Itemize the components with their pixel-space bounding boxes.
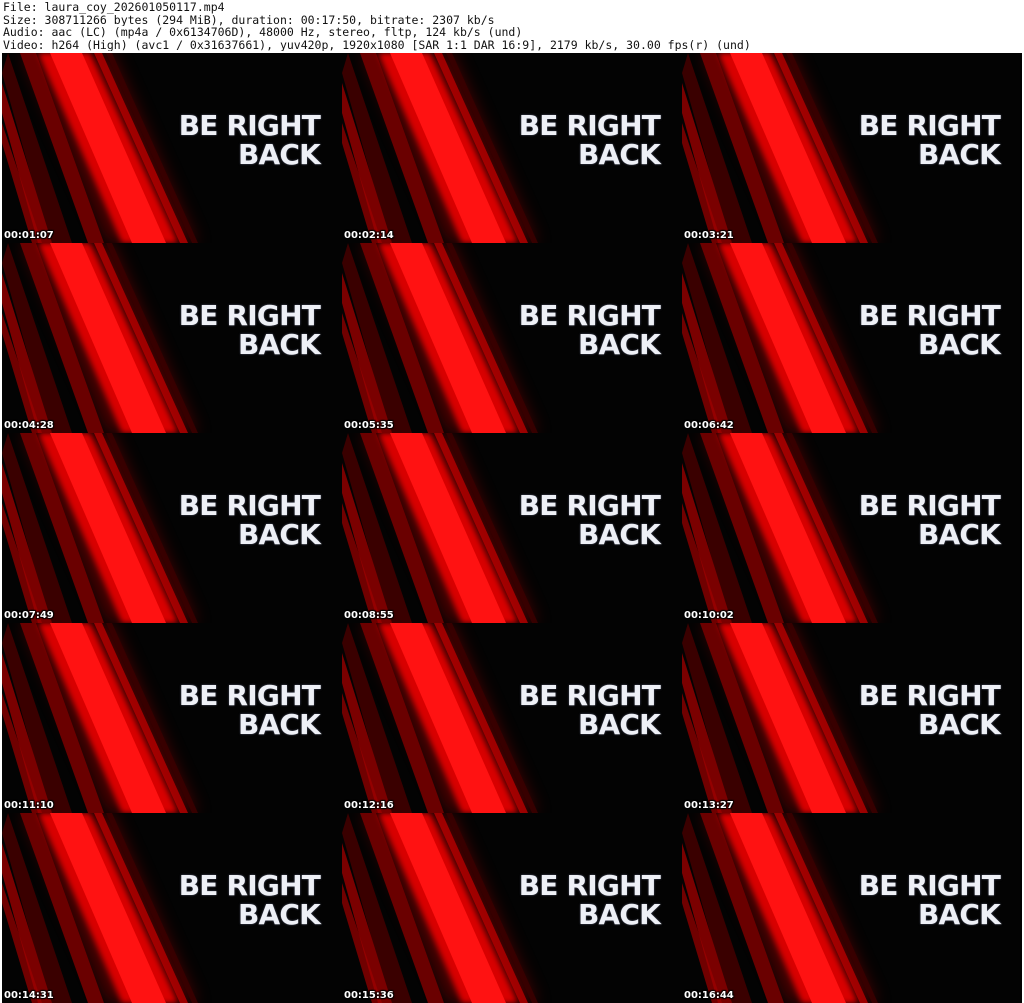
brb-line-2: BACK xyxy=(237,708,321,741)
frame-timestamp: 00:14:31 xyxy=(4,990,54,1001)
brb-line-2: BACK xyxy=(577,328,661,361)
thumbnail-grid: BE RIGHT BACK 00:01:07 BE RIGHT BACK 00:… xyxy=(2,53,1022,1003)
be-right-back-text: BE RIGHT BACK xyxy=(858,679,1001,741)
frame-timestamp: 00:10:02 xyxy=(684,610,734,621)
video-frame-thumbnail: BE RIGHT BACK 00:11:10 xyxy=(2,623,342,813)
be-right-back-text: BE RIGHT BACK xyxy=(178,109,321,171)
brb-line-2: BACK xyxy=(917,898,1001,931)
video-frame-thumbnail: BE RIGHT BACK 00:10:02 xyxy=(682,433,1022,623)
be-right-back-text: BE RIGHT BACK xyxy=(518,679,661,741)
video-info-line: Video: h264 (High) (avc1 / 0x31637661), … xyxy=(3,38,751,51)
frame-timestamp: 00:16:44 xyxy=(684,990,734,1001)
video-frame-thumbnail: BE RIGHT BACK 00:02:14 xyxy=(342,53,682,243)
video-frame-thumbnail: BE RIGHT BACK 00:16:44 xyxy=(682,813,1022,1003)
frame-timestamp: 00:12:16 xyxy=(344,800,394,811)
brb-line-2: BACK xyxy=(577,708,661,741)
video-frame-thumbnail: BE RIGHT BACK 00:13:27 xyxy=(682,623,1022,813)
size-duration-line: Size: 308711266 bytes (294 MiB), duratio… xyxy=(3,13,495,26)
frame-timestamp: 00:03:21 xyxy=(684,230,734,241)
file-info-header: File: laura_coy_202601050117.mp4 Size: 3… xyxy=(3,1,1021,52)
video-frame-thumbnail: BE RIGHT BACK 00:14:31 xyxy=(2,813,342,1003)
brb-line-1: BE RIGHT xyxy=(178,679,321,712)
video-frame-thumbnail: BE RIGHT BACK 00:07:49 xyxy=(2,433,342,623)
brb-line-2: BACK xyxy=(237,518,321,551)
be-right-back-text: BE RIGHT BACK xyxy=(858,489,1001,551)
frame-timestamp: 00:04:28 xyxy=(4,420,54,431)
brb-line-1: BE RIGHT xyxy=(858,299,1001,332)
brb-line-2: BACK xyxy=(917,708,1001,741)
video-frame-thumbnail: BE RIGHT BACK 00:12:16 xyxy=(342,623,682,813)
frame-timestamp: 00:02:14 xyxy=(344,230,394,241)
brb-line-2: BACK xyxy=(917,138,1001,171)
be-right-back-text: BE RIGHT BACK xyxy=(858,869,1001,931)
brb-line-1: BE RIGHT xyxy=(518,869,661,902)
brb-line-2: BACK xyxy=(237,138,321,171)
frame-timestamp: 00:06:42 xyxy=(684,420,734,431)
audio-info-line: Audio: aac (LC) (mp4a / 0x6134706D), 480… xyxy=(3,26,523,39)
be-right-back-text: BE RIGHT BACK xyxy=(518,869,661,931)
brb-line-1: BE RIGHT xyxy=(518,299,661,332)
frame-timestamp: 00:01:07 xyxy=(4,230,54,241)
frame-timestamp: 00:15:36 xyxy=(344,990,394,1001)
frame-timestamp: 00:07:49 xyxy=(4,610,54,621)
video-frame-thumbnail: BE RIGHT BACK 00:04:28 xyxy=(2,243,342,433)
brb-line-1: BE RIGHT xyxy=(518,109,661,142)
frame-timestamp: 00:13:27 xyxy=(684,800,734,811)
frame-timestamp: 00:11:10 xyxy=(4,800,54,811)
video-frame-thumbnail: BE RIGHT BACK 00:06:42 xyxy=(682,243,1022,433)
brb-line-1: BE RIGHT xyxy=(178,489,321,522)
be-right-back-text: BE RIGHT BACK xyxy=(518,489,661,551)
be-right-back-text: BE RIGHT BACK xyxy=(178,489,321,551)
be-right-back-text: BE RIGHT BACK xyxy=(858,109,1001,171)
brb-line-1: BE RIGHT xyxy=(858,489,1001,522)
be-right-back-text: BE RIGHT BACK xyxy=(858,299,1001,361)
brb-line-1: BE RIGHT xyxy=(518,679,661,712)
brb-line-1: BE RIGHT xyxy=(858,869,1001,902)
brb-line-1: BE RIGHT xyxy=(178,869,321,902)
brb-line-2: BACK xyxy=(577,518,661,551)
brb-line-2: BACK xyxy=(237,328,321,361)
brb-line-1: BE RIGHT xyxy=(518,489,661,522)
file-name-line: File: laura_coy_202601050117.mp4 xyxy=(3,1,225,14)
brb-line-1: BE RIGHT xyxy=(178,109,321,142)
be-right-back-text: BE RIGHT BACK xyxy=(518,299,661,361)
frame-timestamp: 00:05:35 xyxy=(344,420,394,431)
brb-line-2: BACK xyxy=(917,518,1001,551)
be-right-back-text: BE RIGHT BACK xyxy=(178,299,321,361)
video-frame-thumbnail: BE RIGHT BACK 00:08:55 xyxy=(342,433,682,623)
video-frame-thumbnail: BE RIGHT BACK 00:05:35 xyxy=(342,243,682,433)
be-right-back-text: BE RIGHT BACK xyxy=(178,869,321,931)
video-frame-thumbnail: BE RIGHT BACK 00:01:07 xyxy=(2,53,342,243)
brb-line-2: BACK xyxy=(577,138,661,171)
brb-line-1: BE RIGHT xyxy=(178,299,321,332)
brb-line-1: BE RIGHT xyxy=(858,679,1001,712)
brb-line-1: BE RIGHT xyxy=(858,109,1001,142)
frame-timestamp: 00:08:55 xyxy=(344,610,394,621)
be-right-back-text: BE RIGHT BACK xyxy=(178,679,321,741)
brb-line-2: BACK xyxy=(577,898,661,931)
video-frame-thumbnail: BE RIGHT BACK 00:03:21 xyxy=(682,53,1022,243)
video-frame-thumbnail: BE RIGHT BACK 00:15:36 xyxy=(342,813,682,1003)
brb-line-2: BACK xyxy=(237,898,321,931)
brb-line-2: BACK xyxy=(917,328,1001,361)
be-right-back-text: BE RIGHT BACK xyxy=(518,109,661,171)
